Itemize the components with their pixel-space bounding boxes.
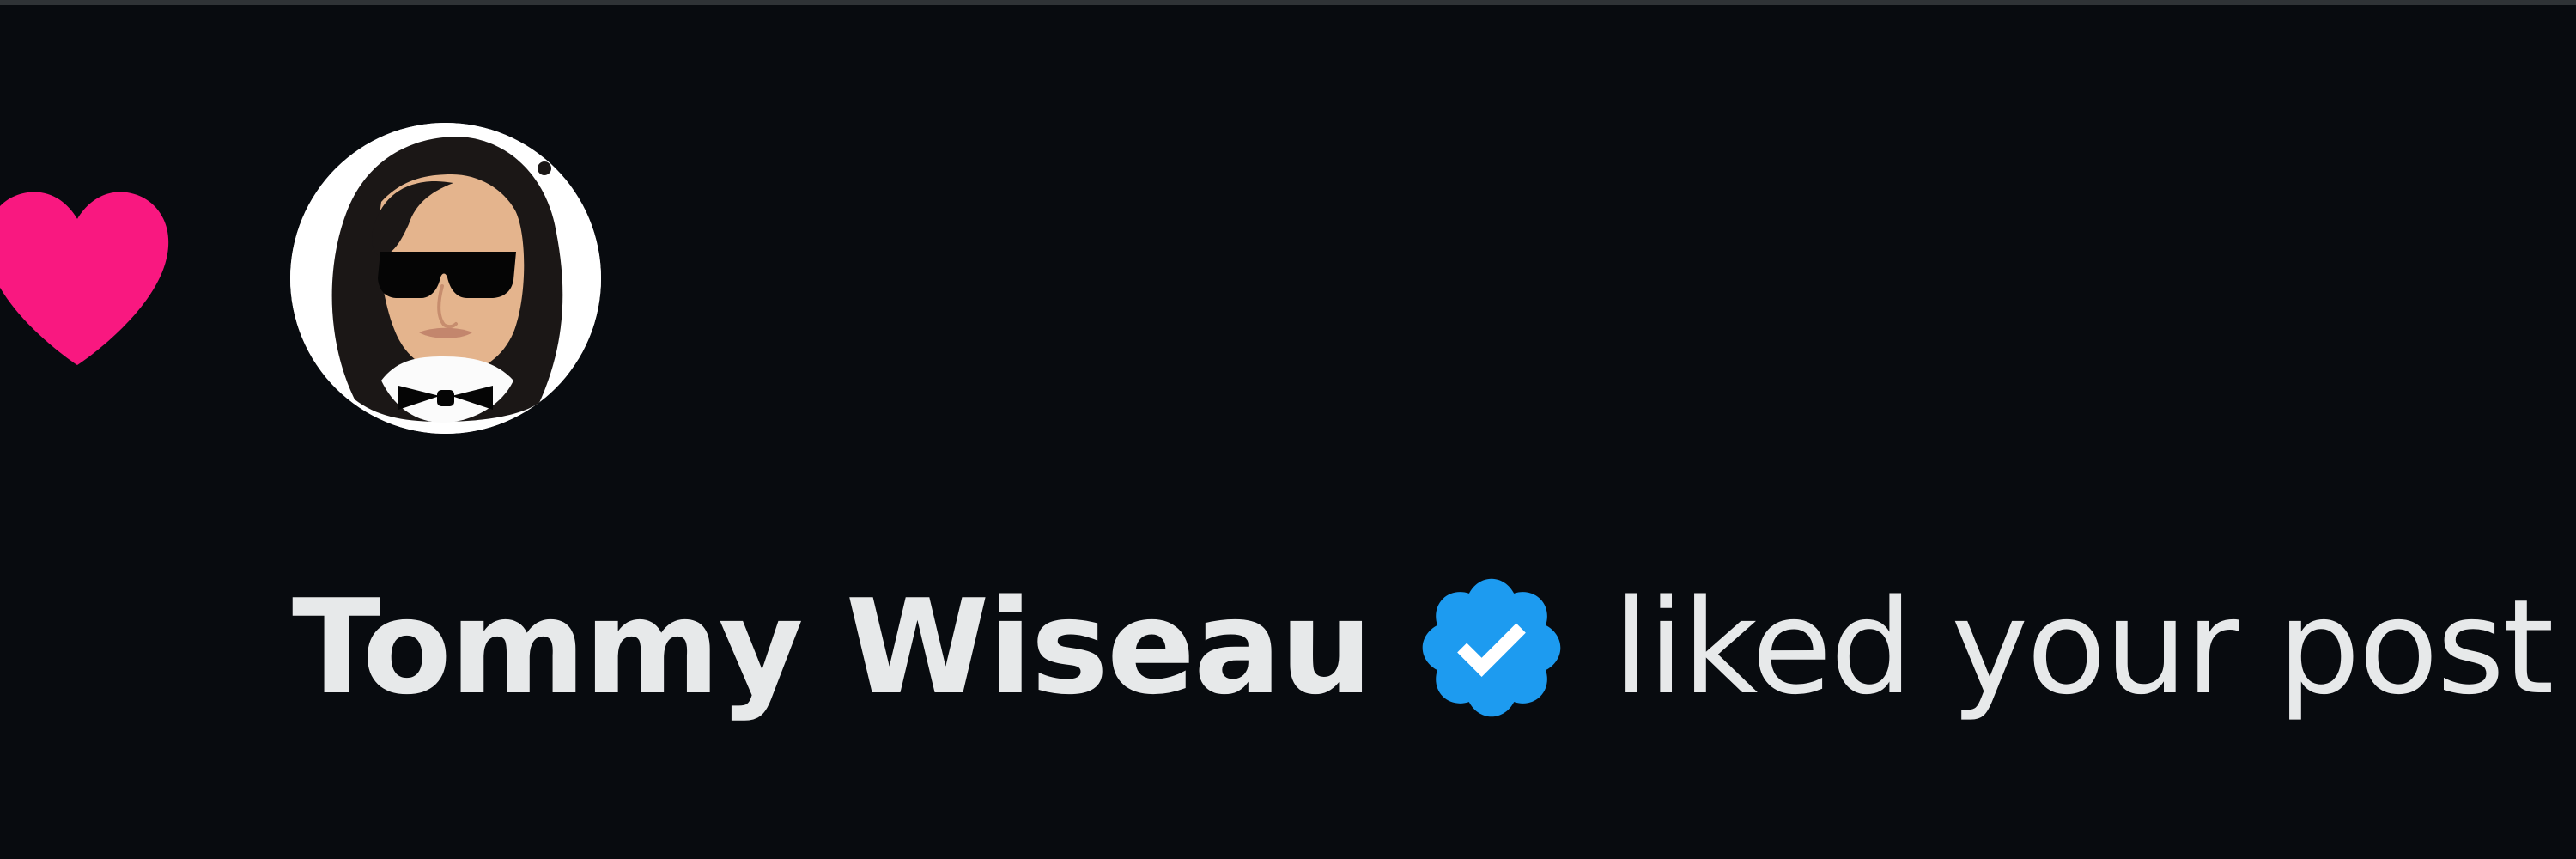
verified-badge-icon (1411, 567, 1572, 728)
avatar[interactable] (290, 123, 601, 434)
heart-icon (0, 164, 189, 387)
notification-item[interactable]: Tommy Wiseau liked your post (0, 5, 2576, 859)
user-display-name[interactable]: Tommy Wiseau (292, 582, 1373, 713)
notification-text: Tommy Wiseau liked your post (292, 562, 2555, 734)
action-text: liked your post (1613, 571, 2555, 723)
